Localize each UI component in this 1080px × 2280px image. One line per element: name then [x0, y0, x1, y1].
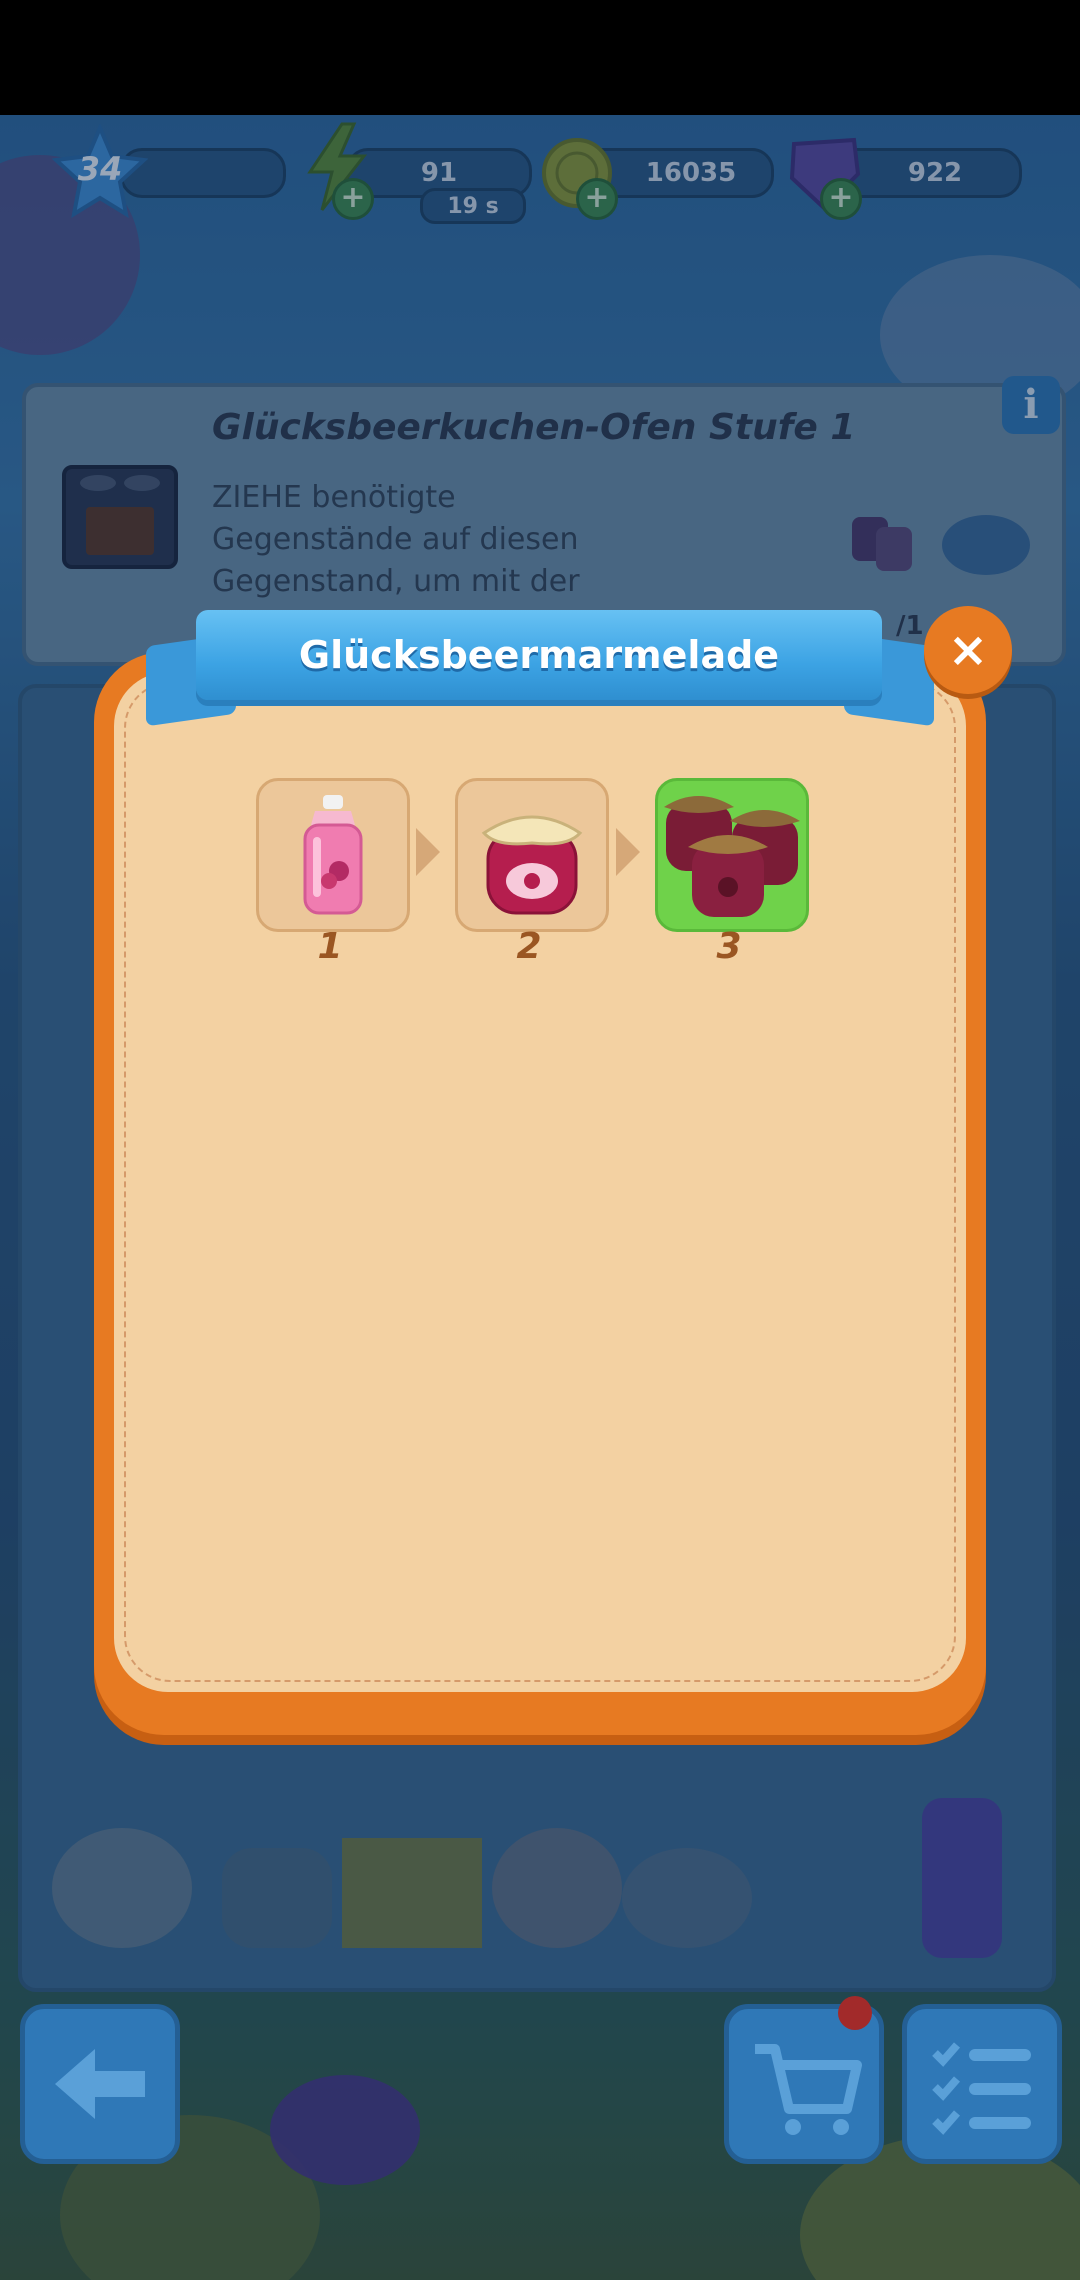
- back-button[interactable]: [20, 2004, 180, 2164]
- cart-icon: [755, 2044, 862, 2135]
- step-arrow-2: [616, 828, 640, 876]
- dialog-title: Glücksbeermarmelade: [298, 633, 780, 677]
- jam-bottle-icon: [303, 795, 363, 915]
- jam-jars-stack-icon: [664, 796, 800, 917]
- status-bar: [0, 0, 1080, 115]
- close-button[interactable]: ×: [924, 606, 1012, 694]
- jam-jar-icon: [481, 815, 583, 915]
- step-label-2: 2: [516, 926, 542, 967]
- back-arrow-icon: [55, 2049, 145, 2119]
- notification-dot: [838, 1996, 872, 2030]
- tasks-button[interactable]: [902, 2004, 1062, 2164]
- step-arrow-1: [416, 828, 440, 876]
- chain-step-1[interactable]: [256, 778, 410, 932]
- checklist-icon: [932, 2042, 1031, 2135]
- chain-step-3[interactable]: [655, 778, 809, 932]
- step-label-1: 1: [317, 926, 343, 967]
- step-label-3: 3: [716, 926, 742, 967]
- dialog-title-ribbon: Glücksbeermarmelade: [196, 610, 882, 700]
- chain-step-2[interactable]: [455, 778, 609, 932]
